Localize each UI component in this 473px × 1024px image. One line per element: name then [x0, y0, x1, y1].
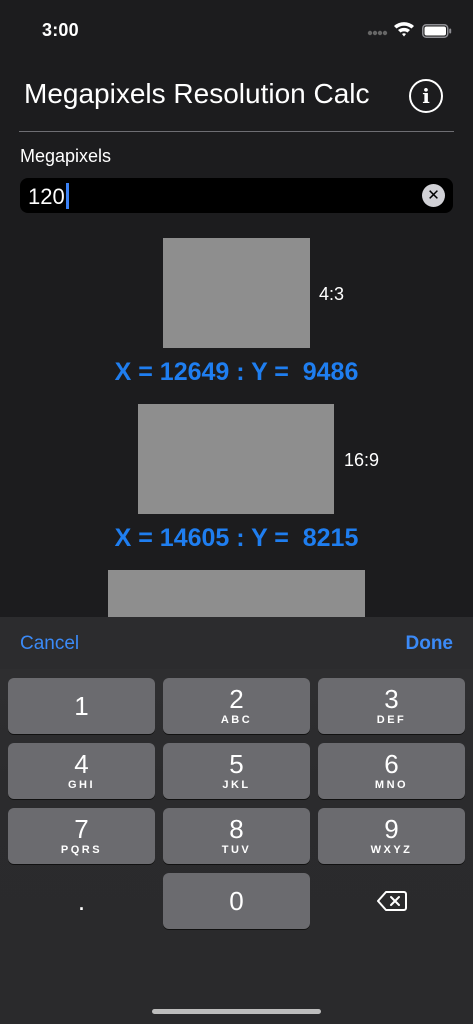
key-4[interactable]: 4 GHI	[8, 743, 155, 799]
backspace-icon	[376, 891, 407, 911]
key-letters: MNO	[374, 779, 409, 791]
key-letters: ABC	[220, 714, 253, 726]
battery-icon	[422, 24, 452, 38]
key-digit: 9	[384, 814, 399, 844]
cancel-button[interactable]: Cancel	[20, 633, 79, 655]
key-6[interactable]: 6 MNO	[318, 743, 465, 799]
key-letters: DEF	[376, 714, 407, 726]
aspect-ratio-label: 16:9	[344, 450, 380, 470]
divider	[19, 131, 454, 132]
done-button[interactable]: Done	[406, 633, 454, 655]
key-digit: 5	[229, 749, 244, 779]
key-letters: PQRS	[60, 844, 103, 856]
resolution-result: X = 14605 : Y = 8215	[114, 524, 359, 552]
key-digit: 0	[229, 886, 244, 916]
key-letters: TUV	[221, 844, 252, 856]
clear-icon[interactable]: ✕	[422, 184, 445, 207]
key-digit: 7	[74, 814, 89, 844]
megapixels-input[interactable]: 120 ✕	[20, 178, 453, 213]
aspect-ratio-label: 4:3	[319, 284, 345, 304]
key-letters: JKL	[222, 779, 251, 791]
key-digit: 2	[229, 684, 244, 714]
key-digit: 8	[229, 814, 244, 844]
key-5[interactable]: 5 JKL	[163, 743, 310, 799]
key-digit: 3	[384, 684, 399, 714]
key-9[interactable]: 9 WXYZ	[318, 808, 465, 864]
key-digit: 1	[74, 691, 89, 721]
key-letters: WXYZ	[370, 844, 413, 856]
aspect-preview-16-9	[138, 404, 334, 514]
key-letters: GHI	[67, 779, 96, 791]
key-0[interactable]: 0	[163, 873, 310, 929]
text-caret	[66, 183, 69, 209]
resolution-result: X = 12649 : Y = 9486	[114, 358, 359, 386]
key-1[interactable]: 1	[8, 678, 155, 734]
key-7[interactable]: 7 PQRS	[8, 808, 155, 864]
aspect-preview-4-3	[163, 238, 310, 348]
key-2[interactable]: 2 ABC	[163, 678, 310, 734]
megapixels-input-value: 120	[28, 184, 65, 209]
wifi-icon	[394, 22, 414, 37]
key-digit: 6	[384, 749, 399, 779]
delete-button[interactable]	[318, 873, 465, 929]
key-digit: 4	[74, 749, 89, 779]
key-digit: .	[77, 886, 86, 916]
key-8[interactable]: 8 TUV	[163, 808, 310, 864]
signal-icon	[367, 30, 388, 36]
key-decimal[interactable]: .	[8, 873, 155, 929]
status-time: 3:00	[42, 20, 79, 40]
page-title: Megapixels Resolution Calc	[24, 78, 370, 109]
megapixels-label: Megapixels	[20, 146, 112, 166]
info-icon[interactable]: i	[409, 79, 443, 113]
key-3[interactable]: 3 DEF	[318, 678, 465, 734]
home-indicator	[152, 1009, 321, 1014]
